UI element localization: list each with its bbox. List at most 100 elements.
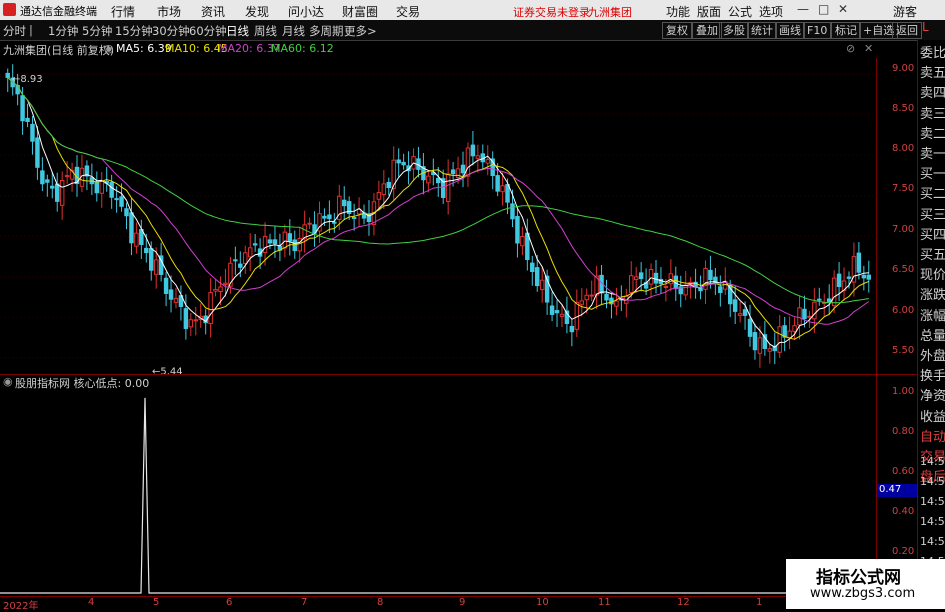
candle-body [149, 248, 154, 271]
minimize-icon[interactable]: — [797, 2, 809, 16]
date-tick: 4 [88, 597, 95, 608]
candle-body [718, 286, 723, 293]
candle-body [609, 297, 614, 305]
btn-adjust[interactable]: 复权 [662, 22, 692, 39]
quote-panel-item: 总量 [920, 328, 945, 344]
candle-body [426, 175, 431, 184]
candle-body [129, 212, 134, 244]
candle-body [64, 175, 70, 178]
candle-body [861, 274, 867, 279]
candle-body [500, 185, 505, 193]
info-toggle-icon[interactable]: ◉ [104, 42, 114, 55]
candle-body [510, 203, 515, 220]
quote-panel-item[interactable]: 自动 [920, 426, 945, 445]
tab-multi-period[interactable]: 多周期 [309, 23, 344, 39]
candlestick-chart[interactable]: ←8.93 ←5.44 [0, 58, 876, 374]
tab-weekly[interactable]: 周线 [254, 23, 277, 39]
quote-panel-item: 外盘 [920, 349, 945, 364]
panel-toggle[interactable]: L [922, 20, 929, 34]
candle-body [663, 286, 669, 289]
btn-draw[interactable]: 画线 [775, 22, 805, 39]
btn-back[interactable]: 返回 [892, 22, 922, 39]
tab-intraday[interactable]: 分时 [3, 23, 26, 39]
candle-body [163, 277, 169, 294]
btn-mark[interactable]: 标记 [831, 22, 861, 39]
candle-body [307, 222, 312, 225]
candle-body [549, 305, 555, 315]
candle-body [836, 273, 842, 288]
menu-options[interactable]: 选项 [759, 3, 783, 20]
watermark: 指标公式网 www.zbgs3.com [786, 559, 945, 609]
candle-body [614, 300, 619, 307]
candle-body [589, 294, 594, 297]
menu-market[interactable]: 市场 [157, 3, 181, 20]
candle-body [223, 282, 228, 285]
candle-body [450, 169, 456, 175]
candle-body [218, 286, 223, 292]
candle-body [238, 263, 243, 268]
sub-tick: 0.40 [892, 506, 915, 517]
btn-multi-stock[interactable]: 多股 [719, 22, 749, 39]
quote-panel-item: 卖三 [920, 106, 945, 122]
tab-daily[interactable]: 日线 [226, 23, 249, 39]
candle-body [525, 232, 530, 261]
quote-panel-item: 14:56 [920, 515, 945, 528]
candle-body [124, 208, 129, 217]
indicator-line [0, 397, 876, 594]
candle-body [534, 267, 540, 287]
chart-close-icon[interactable]: ✕ [864, 42, 873, 55]
btn-stats[interactable]: 统计 [747, 22, 777, 39]
chart-settings-icon[interactable]: ⊘ [846, 42, 855, 55]
tab-30min[interactable]: 30分钟 [152, 23, 190, 39]
candle-body [826, 298, 832, 303]
quote-panel-item: 买五 [920, 248, 945, 263]
tab-60min[interactable]: 60分钟 [189, 23, 227, 39]
close-icon[interactable]: ✕ [838, 2, 848, 16]
price-tick: 8.00 [892, 143, 915, 154]
quote-panel-item: 14:56 [920, 495, 945, 508]
app-logo-icon [3, 3, 16, 16]
quote-panel-item: 委比 [920, 46, 945, 61]
sub-toggle-icon[interactable]: ◉ [3, 375, 13, 388]
candle-body [777, 326, 782, 353]
candle-body [376, 191, 382, 200]
tab-1min[interactable]: 1分钟 [48, 23, 78, 39]
indicator-chart[interactable] [0, 388, 876, 595]
quote-panel-item: 收益 [920, 409, 945, 425]
maximize-icon[interactable]: □ [818, 2, 829, 16]
candle-body [648, 268, 654, 285]
candle-body [99, 180, 104, 194]
candle-body [332, 221, 337, 224]
menu-wealth[interactable]: 财富圈 [342, 3, 378, 20]
candle-body [757, 337, 763, 354]
menu-quotes[interactable]: 行情 [111, 3, 135, 20]
tab-more[interactable]: 更多> [344, 23, 377, 39]
candle-body [262, 235, 268, 253]
candle-body [465, 147, 471, 177]
login-warning[interactable]: 证券交易未登录 [513, 4, 590, 20]
menu-trade[interactable]: 交易 [396, 3, 420, 20]
candle-body [812, 301, 817, 320]
btn-overlay[interactable]: 叠加 [692, 22, 722, 39]
menu-discover[interactable]: 发现 [245, 3, 269, 20]
sub-tick: 0.20 [892, 546, 915, 557]
btn-f10[interactable]: F10 [803, 22, 832, 39]
menu-function[interactable]: 功能 [666, 3, 690, 20]
tab-15min[interactable]: 15分钟 [115, 23, 153, 39]
candle-body [807, 315, 812, 318]
quote-panel-item: 买四 [920, 227, 945, 243]
menu-xiaoda[interactable]: 问小达 [288, 3, 324, 20]
menu-formula[interactable]: 公式 [728, 3, 752, 20]
candle-body [272, 239, 278, 245]
candle-body [35, 137, 40, 168]
menu-news[interactable]: 资讯 [201, 3, 225, 20]
date-tick: 9 [459, 597, 466, 608]
tab-5min[interactable]: 5分钟 [82, 23, 112, 39]
candle-body [213, 288, 218, 292]
candle-body [569, 325, 575, 333]
guest-label[interactable]: 游客 [893, 3, 917, 20]
quote-panel-item: 14:56 [920, 455, 945, 468]
menu-layout[interactable]: 版面 [697, 3, 721, 20]
tab-monthly[interactable]: 月线 [282, 23, 305, 39]
quote-panel-item: 买三 [920, 207, 945, 223]
